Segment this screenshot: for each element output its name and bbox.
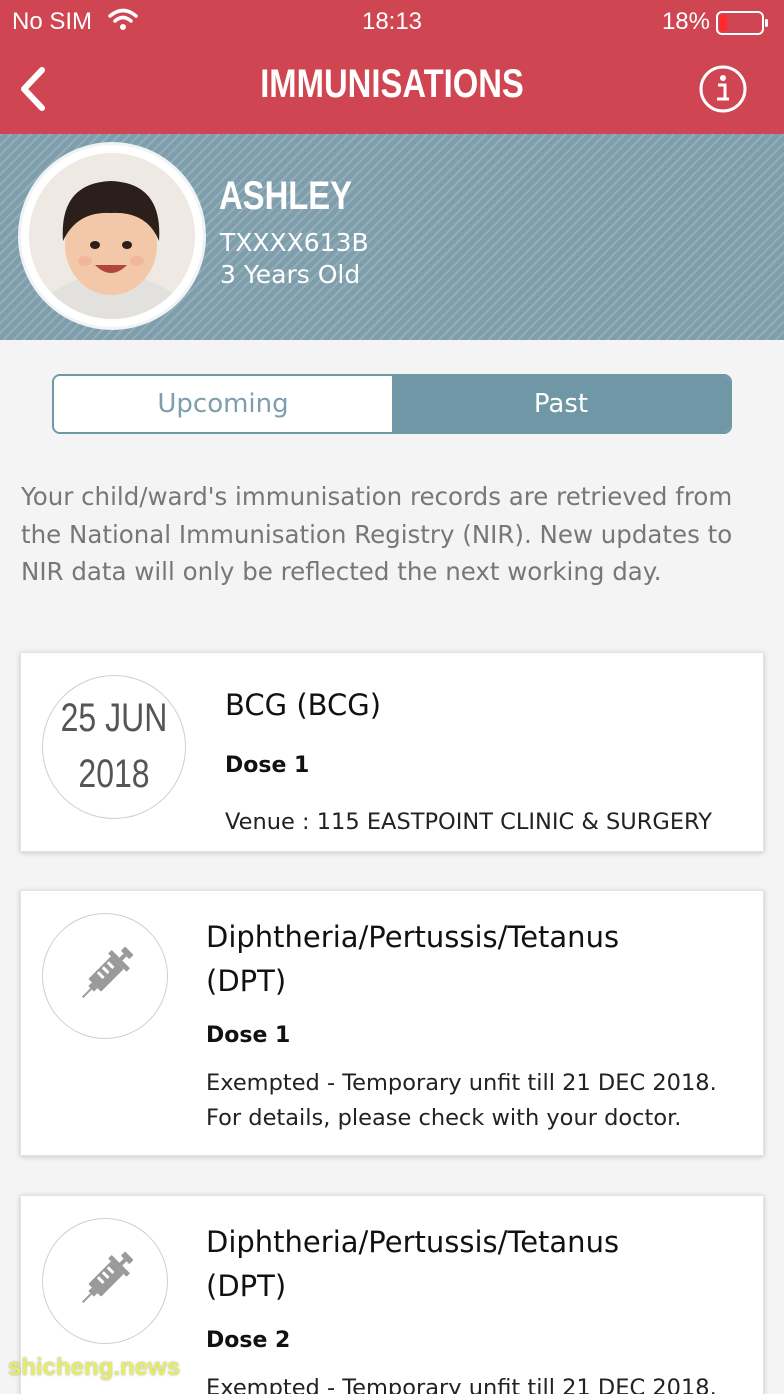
- tab-upcoming[interactable]: Upcoming: [54, 376, 392, 432]
- child-photo: [29, 153, 195, 319]
- dose-label: Dose 1: [206, 1023, 291, 1048]
- page-title: IMMUNISATIONS: [260, 62, 524, 106]
- tab-past[interactable]: Past: [392, 376, 730, 432]
- exemption-text: Exempted - Temporary unfit till 21 DEC 2…: [206, 1066, 717, 1136]
- dose-label: Dose 1: [225, 753, 310, 778]
- battery-percent: 18%: [661, 8, 710, 35]
- vaccine-name-line1: Diphtheria/Pertussis/Tetanus: [206, 920, 620, 954]
- immunisation-record-card[interactable]: Diphtheria/Pertussis/Tetanus (DPT) Dose …: [20, 890, 764, 1156]
- syringe-icon: [42, 1218, 168, 1344]
- date-year: 2018: [78, 752, 150, 796]
- child-id: TXXXX613B: [220, 228, 369, 257]
- immunisation-record-card[interactable]: 25 JUN 2018 BCG (BCG) Dose 1 Venue : 115…: [20, 652, 764, 852]
- date-day-month: 25 JUN: [60, 696, 168, 740]
- vaccine-name-line1: Diphtheria/Pertussis/Tetanus: [206, 1225, 620, 1259]
- dose-label: Dose 2: [206, 1328, 291, 1353]
- vaccine-name: Diphtheria/Pertussis/Tetanus (DPT): [206, 1220, 619, 1308]
- exemption-line1: Exempted - Temporary unfit till 21 DEC 2…: [206, 1375, 717, 1394]
- date-badge: 25 JUN 2018: [42, 675, 186, 819]
- vaccine-name: BCG (BCG): [225, 688, 382, 722]
- exemption-line1: Exempted - Temporary unfit till 21 DEC 2…: [206, 1070, 717, 1096]
- exemption-text: Exempted - Temporary unfit till 21 DEC 2…: [206, 1371, 717, 1394]
- avatar: [18, 142, 206, 330]
- records-tab-switcher: Upcoming Past: [52, 374, 732, 434]
- child-name: ASHLEY: [219, 174, 353, 218]
- child-profile-header: ASHLEY TXXXX613B 3 Years Old: [0, 134, 784, 340]
- exemption-line2: For details, please check with your doct…: [206, 1105, 682, 1131]
- info-icon[interactable]: [698, 64, 748, 114]
- vaccine-name: Diphtheria/Pertussis/Tetanus (DPT): [206, 915, 619, 1003]
- nir-notice: Your child/ward's immunisation records a…: [21, 482, 733, 586]
- nav-bar: IMMUNISATIONS: [0, 44, 784, 134]
- chevron-left-icon[interactable]: [16, 66, 50, 112]
- syringe-icon: [42, 913, 168, 1039]
- child-age: 3 Years Old: [220, 260, 361, 289]
- venue-text: Venue : 115 EASTPOINT CLINIC & SURGERY: [225, 809, 712, 835]
- battery-icon: [716, 11, 770, 35]
- vaccine-name-line2: (DPT): [206, 1269, 287, 1303]
- vaccine-name-line2: (DPT): [206, 964, 287, 998]
- status-bar: No SIM 18:13 18%: [0, 0, 784, 44]
- watermark: shicheng.news: [8, 1354, 181, 1381]
